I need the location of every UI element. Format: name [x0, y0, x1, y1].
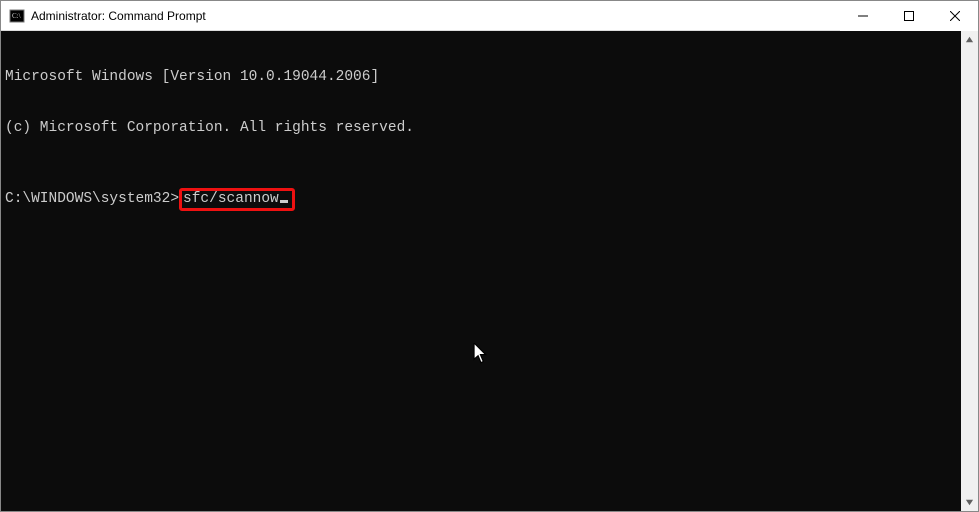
prompt-line: C:\WINDOWS\system32>sfc/scannow: [5, 188, 961, 211]
vertical-scrollbar[interactable]: [961, 31, 978, 511]
cmd-window: C:\ Administrator: Command Prompt Micros…: [0, 0, 979, 512]
copyright-line: (c) Microsoft Corporation. All rights re…: [5, 120, 961, 137]
command-text: sfc/scannow: [183, 191, 279, 207]
scroll-track[interactable]: [961, 48, 978, 494]
scroll-down-button[interactable]: [961, 494, 978, 511]
version-line: Microsoft Windows [Version 10.0.19044.20…: [5, 69, 961, 86]
svg-text:C:\: C:\: [12, 12, 21, 20]
maximize-button[interactable]: [886, 1, 932, 31]
window-title: Administrator: Command Prompt: [31, 9, 206, 23]
prompt-text: C:\WINDOWS\system32>: [5, 191, 179, 207]
titlebar[interactable]: C:\ Administrator: Command Prompt: [1, 1, 978, 31]
cmd-icon: C:\: [9, 8, 25, 24]
scroll-up-button[interactable]: [961, 31, 978, 48]
minimize-button[interactable]: [840, 1, 886, 31]
close-button[interactable]: [932, 1, 978, 31]
client-area: Microsoft Windows [Version 10.0.19044.20…: [1, 31, 978, 511]
text-cursor: [280, 200, 288, 203]
command-highlight: sfc/scannow: [179, 188, 295, 211]
terminal-output[interactable]: Microsoft Windows [Version 10.0.19044.20…: [1, 31, 961, 511]
